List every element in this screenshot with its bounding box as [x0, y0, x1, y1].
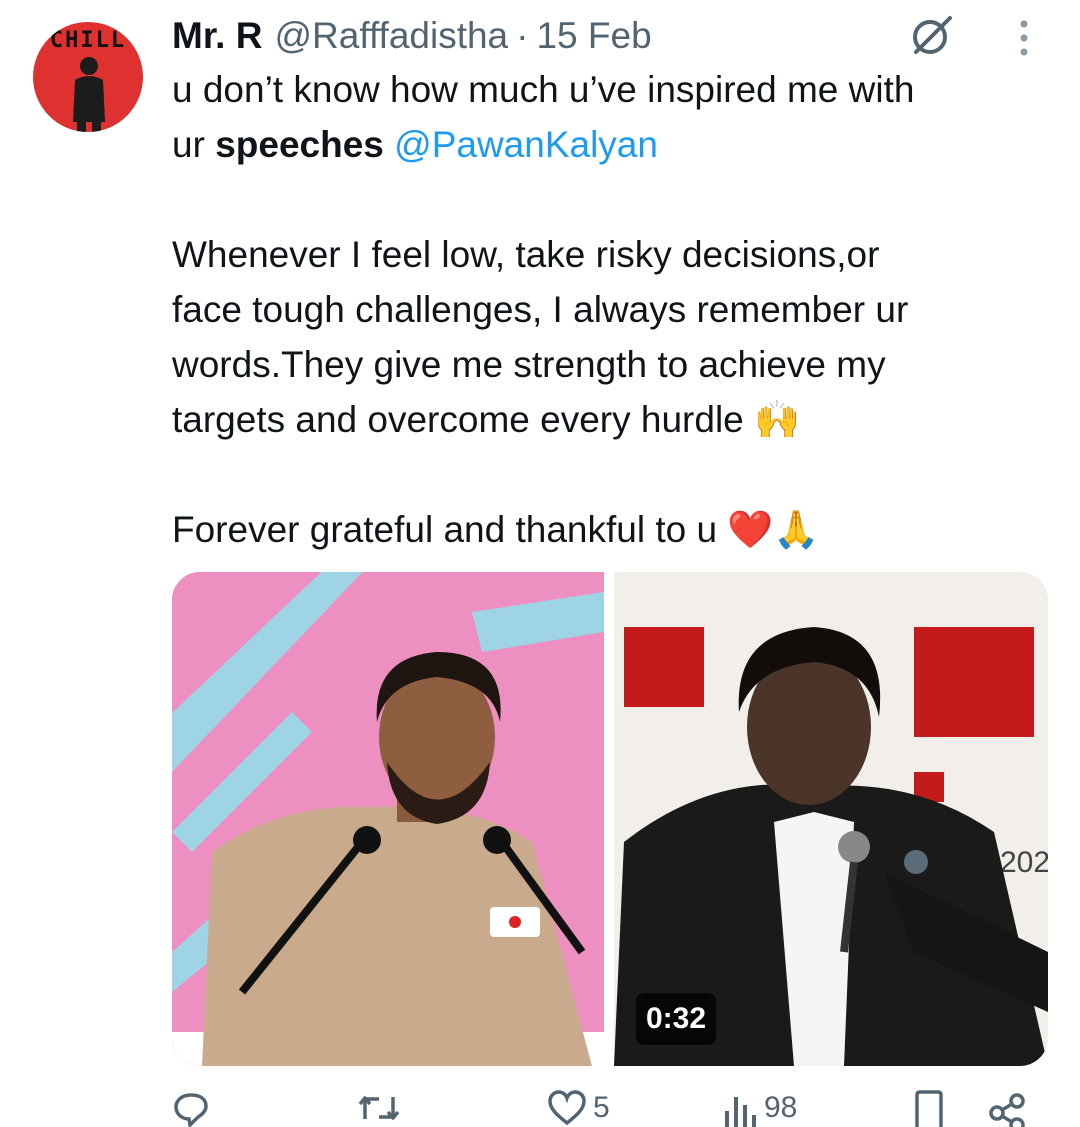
views-icon: [725, 1096, 756, 1127]
like-count: 5: [593, 1090, 610, 1124]
mention-link[interactable]: @PawanKalyan: [394, 124, 658, 165]
tweet-text-span: ur: [172, 124, 216, 165]
media-image-left[interactable]: [172, 572, 604, 1066]
view-count: 98: [764, 1090, 798, 1124]
author-handle[interactable]: @Rafffadistha: [274, 15, 508, 57]
retweet-button[interactable]: [357, 1088, 401, 1127]
media-container[interactable]: 202: [172, 572, 1048, 1066]
tweet-text-line: u don’t know how much u’ve inspired me w…: [172, 69, 915, 110]
tweet-text-line: Forever grateful and thankful to u ❤️🙏: [172, 509, 820, 550]
more-icon[interactable]: [1012, 16, 1036, 60]
share-button[interactable]: [987, 1088, 1027, 1127]
tweet-text-line: words.They give me strength to achieve m…: [172, 344, 886, 385]
reply-icon: [174, 1092, 208, 1127]
banner-text: 202: [1000, 846, 1048, 879]
grok-icon[interactable]: [908, 14, 958, 58]
bookmark-icon: [915, 1089, 943, 1127]
speaker-photo-right: 202: [614, 572, 1048, 1066]
like-button[interactable]: 5: [547, 1088, 610, 1127]
reply-button[interactable]: [172, 1088, 210, 1127]
action-bar: 5 98: [172, 1088, 1052, 1127]
separator-dot: ·: [516, 15, 529, 56]
tweet-text-line: face tough challenges, I always remember…: [172, 289, 909, 330]
avatar[interactable]: CHILL: [33, 22, 143, 132]
retweet-icon: [358, 1095, 400, 1120]
views-button[interactable]: 98: [722, 1088, 797, 1127]
tweet-bold-text: speeches: [215, 124, 384, 165]
avatar-brand-text: CHILL: [49, 28, 127, 53]
tweet-text-line: ur speeches @PawanKalyan: [172, 117, 1052, 172]
avatar-person-image: [73, 57, 105, 132]
media-video-right[interactable]: 202: [614, 572, 1048, 1066]
video-duration-badge: 0:32: [636, 993, 716, 1045]
like-icon: [548, 1089, 586, 1125]
tweet-text-line: Whenever I feel low, take risky decision…: [172, 234, 880, 275]
author-name[interactable]: Mr. R: [172, 15, 262, 57]
tweet-text-line: targets and overcome every hurdle 🙌: [172, 399, 801, 440]
share-icon: [989, 1092, 1025, 1127]
speaker-photo-left: [172, 572, 604, 1066]
tweet-date[interactable]: 15 Feb: [536, 15, 651, 57]
tweet-text: u don’t know how much u’ve inspired me w…: [172, 62, 1052, 557]
bookmark-button[interactable]: [912, 1088, 946, 1127]
